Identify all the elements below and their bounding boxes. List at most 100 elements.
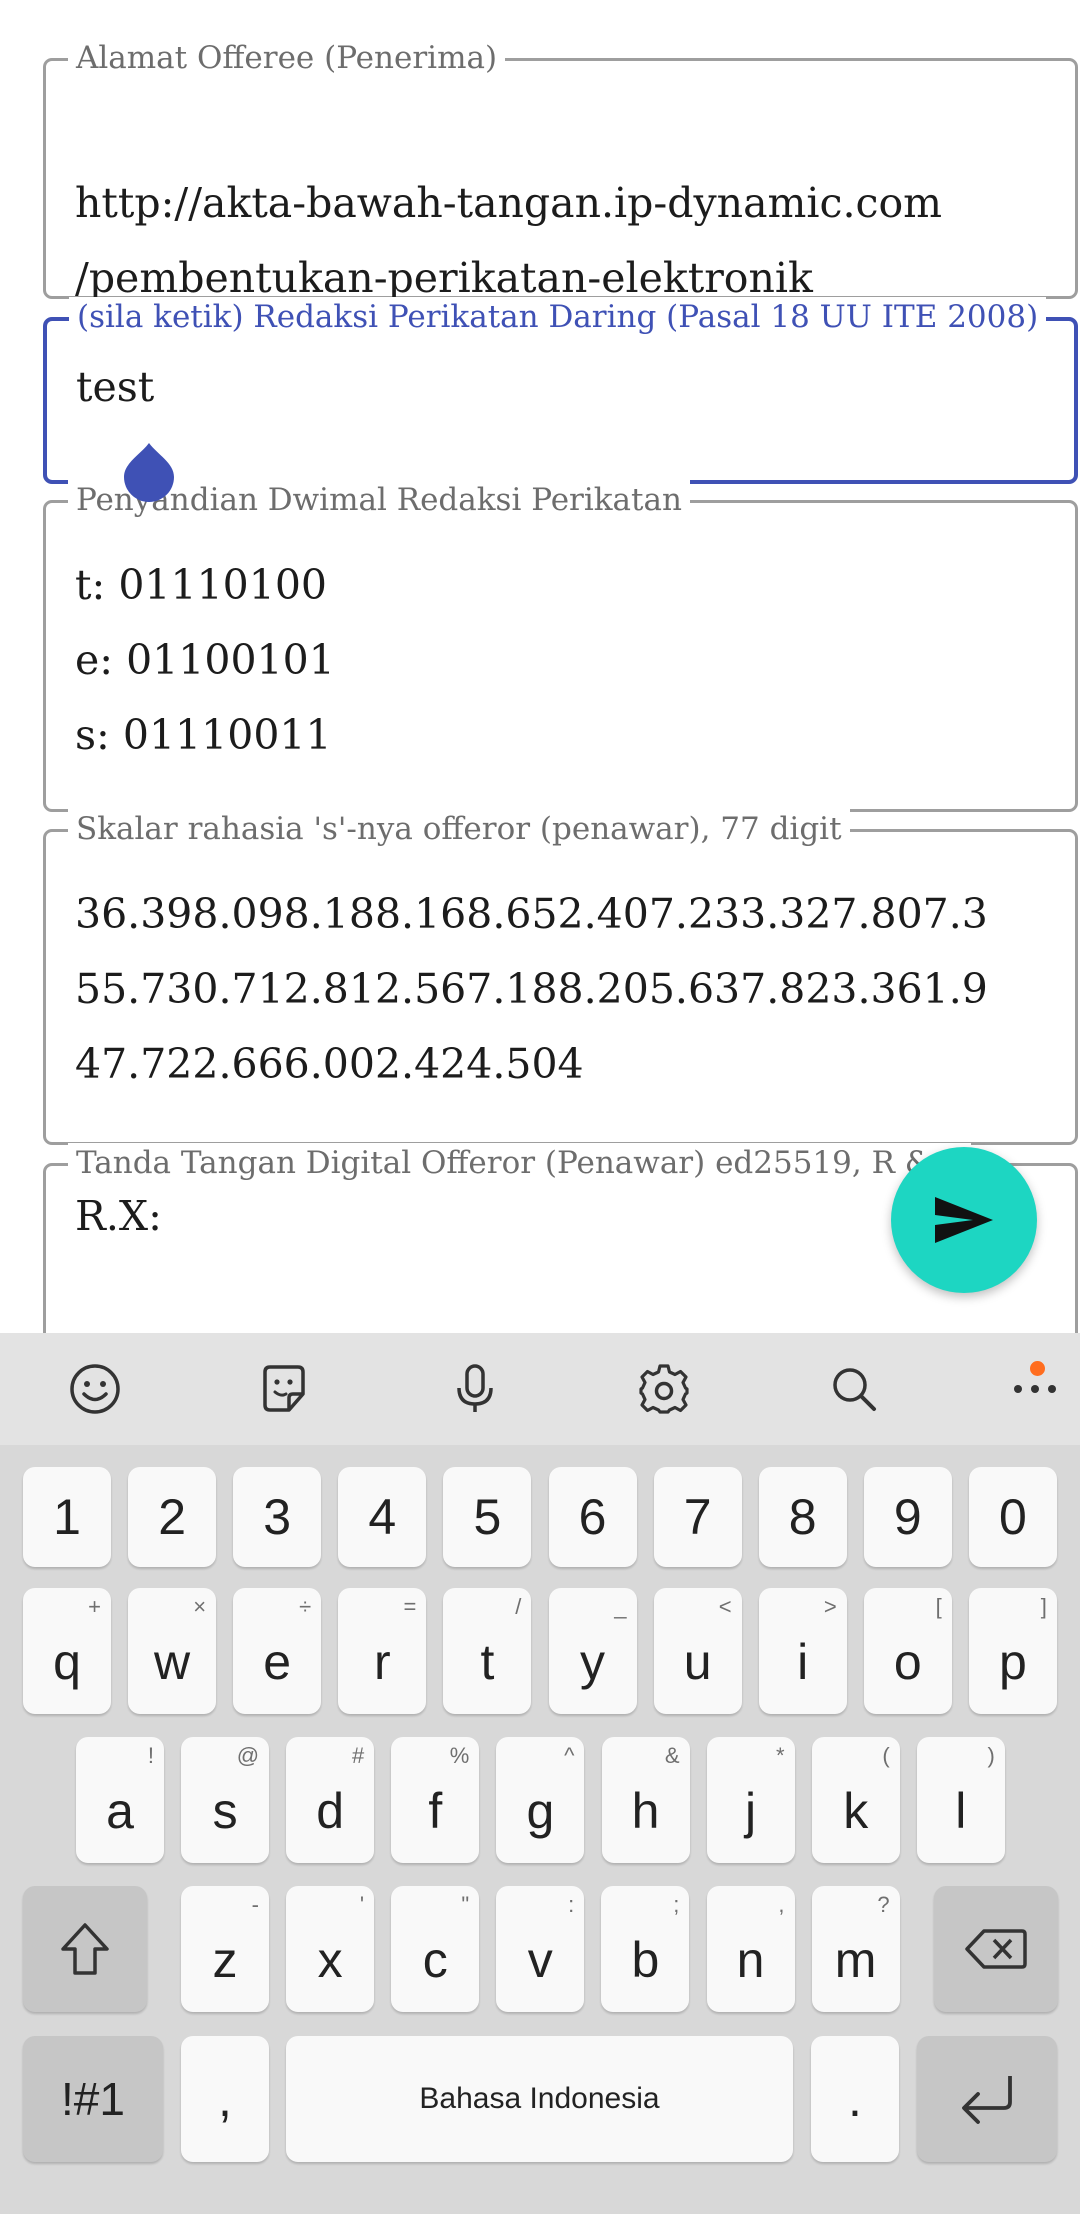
key-d-label: d — [316, 1783, 345, 1839]
key-a-label: a — [106, 1783, 134, 1839]
key-h-label: h — [631, 1783, 660, 1839]
key-c-hint: " — [461, 1892, 470, 1917]
key-q-hint: + — [88, 1594, 101, 1619]
key-5[interactable]: 5 — [443, 1467, 532, 1567]
key-v-hint: : — [568, 1892, 575, 1917]
key-q-label: q — [53, 1634, 81, 1690]
offeree-address-label: Alamat Offeree (Penerima) — [68, 38, 506, 78]
key-d-hint: # — [351, 1743, 365, 1768]
key-v-label: v — [527, 1932, 553, 1988]
key-l-label: l — [955, 1783, 967, 1839]
key-x[interactable]: x ' — [286, 1886, 375, 2012]
key-q[interactable]: q + — [23, 1588, 111, 1714]
backspace-icon — [965, 1929, 1027, 1969]
form-screen: Alamat Offeree (Penerima) http://akta-ba… — [0, 0, 1080, 1333]
secret-scalar-field[interactable]: Skalar rahasia 's'-nya offeror (penawar)… — [43, 809, 1078, 1145]
symbols-key[interactable]: !#1 — [23, 2036, 163, 2162]
key-t[interactable]: t / — [443, 1588, 532, 1714]
key-g[interactable]: g ^ — [496, 1737, 585, 1863]
agreement-text-input[interactable]: test — [76, 350, 1054, 425]
key-i[interactable]: i > — [758, 1588, 847, 1714]
key-9[interactable]: 9 — [863, 1467, 952, 1567]
key-b[interactable]: b; — [601, 1886, 690, 2012]
shift-key[interactable] — [23, 1886, 147, 2012]
key-e[interactable]: e ÷ — [233, 1588, 322, 1714]
sticker-icon[interactable] — [256, 1361, 312, 1417]
symbols-key-label: !#1 — [61, 2073, 125, 2125]
key-l-hint: ) — [987, 1743, 995, 1768]
key-m[interactable]: m? — [811, 1886, 900, 2012]
period-key[interactable]: . — [811, 2036, 899, 2162]
key-n[interactable]: n, — [706, 1886, 795, 2012]
key-l[interactable]: l) — [916, 1737, 1005, 1863]
key-r-label: r — [373, 1634, 391, 1690]
on-screen-keyboard: 1234567890 q + w × e ÷ r = t / y _ u < i > o[p] a! s @ d # f%… — [0, 1333, 1080, 2214]
key-8[interactable]: 8 — [758, 1467, 847, 1567]
key-3[interactable]: 3 — [233, 1467, 322, 1567]
key-r-hint: = — [403, 1594, 417, 1619]
key-a[interactable]: a! — [76, 1737, 164, 1863]
key-w[interactable]: w × — [128, 1588, 217, 1714]
key-8-label: 8 — [788, 1489, 817, 1545]
agreement-text-field[interactable]: (sila ketik) Redaksi Perikatan Daring (P… — [43, 297, 1078, 484]
key-t-label: t — [480, 1634, 495, 1690]
key-d[interactable]: d # — [286, 1737, 375, 1863]
key-u[interactable]: u < — [653, 1588, 742, 1714]
notification-badge — [1030, 1361, 1045, 1376]
key-6[interactable]: 6 — [548, 1467, 637, 1567]
enter-key[interactable] — [917, 2036, 1057, 2162]
shift-icon — [61, 1923, 109, 1975]
search-icon[interactable] — [826, 1361, 882, 1417]
key-2[interactable]: 2 — [128, 1467, 217, 1567]
key-p-label: p — [998, 1634, 1027, 1690]
text-cursor-handle[interactable] — [122, 441, 176, 503]
key-u-label: u — [683, 1634, 712, 1690]
key-h-hint: & — [664, 1743, 680, 1768]
key-m-hint: ? — [877, 1892, 890, 1917]
key-i-label: i — [797, 1634, 809, 1690]
key-9-label: 9 — [893, 1489, 922, 1545]
secret-scalar-label: Skalar rahasia 's'-nya offeror (penawar)… — [68, 809, 850, 849]
key-z-label: z — [212, 1932, 238, 1988]
key-o[interactable]: o[ — [863, 1588, 952, 1714]
emoji-icon[interactable] — [67, 1361, 123, 1417]
key-w-label: w — [154, 1634, 191, 1690]
key-h[interactable]: h & — [601, 1737, 690, 1863]
offeree-address-field[interactable]: Alamat Offeree (Penerima) http://akta-ba… — [43, 38, 1078, 302]
key-c[interactable]: c " — [391, 1886, 480, 2012]
comma-key[interactable]: , — [181, 2036, 269, 2162]
key-k[interactable]: k( — [811, 1737, 900, 1863]
send-button[interactable] — [891, 1147, 1037, 1293]
digital-signature-label: Tanda Tangan Digital Offeror (Penawar) e… — [68, 1143, 972, 1183]
key-i-hint: > — [823, 1594, 837, 1619]
key-1[interactable]: 1 — [23, 1467, 111, 1567]
microphone-icon[interactable] — [447, 1361, 503, 1417]
agreement-text-label: (sila ketik) Redaksi Perikatan Daring (P… — [69, 297, 1047, 337]
key-j[interactable]: j * — [706, 1737, 795, 1863]
space-key[interactable]: Bahasa Indonesia — [286, 2036, 793, 2162]
key-r[interactable]: r = — [338, 1588, 427, 1714]
key-7[interactable]: 7 — [653, 1467, 742, 1567]
key-v[interactable]: v: — [496, 1886, 585, 2012]
settings-icon[interactable] — [636, 1361, 692, 1417]
key-6-label: 6 — [578, 1489, 607, 1545]
key-k-label: k — [843, 1783, 869, 1839]
key-u-hint: < — [718, 1594, 732, 1619]
key-a-hint: ! — [147, 1743, 154, 1768]
key-s[interactable]: s @ — [181, 1737, 270, 1863]
key-p[interactable]: p] — [968, 1588, 1057, 1714]
key-y[interactable]: y _ — [548, 1588, 637, 1714]
key-5-label: 5 — [473, 1489, 502, 1545]
key-0[interactable]: 0 — [968, 1467, 1057, 1567]
binary-encoding-field[interactable]: Penyandian Dwimal Redaksi Perikatan t: 0… — [43, 480, 1078, 812]
key-z[interactable]: z- — [181, 1886, 269, 2012]
key-7-label: 7 — [683, 1489, 712, 1545]
key-b-label: b — [631, 1932, 660, 1988]
key-f[interactable]: f% — [391, 1737, 480, 1863]
key-j-label: j — [745, 1783, 757, 1839]
keyboard-toolbar — [0, 1333, 1080, 1445]
backspace-key[interactable] — [934, 1886, 1058, 2012]
key-4[interactable]: 4 — [338, 1467, 427, 1567]
key-g-hint: ^ — [564, 1743, 575, 1768]
key-f-label: f — [428, 1783, 443, 1839]
